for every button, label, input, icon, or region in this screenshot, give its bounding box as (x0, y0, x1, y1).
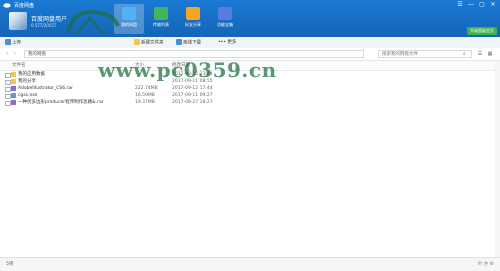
nav-transfer-list[interactable]: 传输列表 (146, 4, 176, 34)
table-row[interactable]: AdobeIllustrator_CS6.rar 222.74MB 2017-09-… (0, 85, 500, 92)
user-name: 百度网盘用户 (31, 16, 68, 23)
download-icon (176, 39, 182, 45)
status-icons: ✉ ◔ ⚙ (477, 261, 494, 267)
app-title: 百度网盘 (14, 3, 35, 9)
table-row[interactable]: 一种优多边形producer程序制作思路&.rar 19.37MB 2017-08-… (0, 99, 500, 106)
file-name[interactable]: AdobeIllustrator_CS6.rar (18, 85, 73, 92)
file-name[interactable]: 我的应用数据 (18, 71, 45, 78)
transfer-icon (154, 7, 168, 20)
col-name[interactable]: 文件名 (12, 61, 26, 70)
scrollbar[interactable] (495, 61, 500, 257)
more-label: 更多 (227, 40, 237, 45)
file-name[interactable]: 我的分享 (18, 78, 36, 85)
search-icon[interactable]: ⌕ (463, 51, 466, 57)
user-quota: 0.57T/2055T (31, 23, 57, 28)
status-bar: 5项 ✉ ◔ ⚙ (0, 257, 500, 271)
file-type-icon (11, 100, 16, 105)
file-size: 19.37MB (135, 100, 155, 105)
nav-share-label: 好友分享 (185, 22, 201, 27)
menu-icon[interactable]: ☰ (456, 1, 464, 8)
nav-toolbox[interactable]: 功能宝箱 (210, 4, 240, 34)
file-type-icon (11, 93, 16, 98)
file-type-icon (11, 86, 16, 91)
file-type-icon (11, 72, 16, 77)
upload-label: 上传 (12, 40, 21, 46)
row-checkbox[interactable] (5, 100, 11, 106)
file-type-icon (11, 79, 16, 84)
toolbox-icon (218, 7, 232, 20)
file-time: 2017-08-27 18:27 (172, 100, 213, 105)
file-name[interactable]: 一种优多边形producer程序制作思路&.rar (18, 99, 104, 106)
file-time: 2017-09-11 09:27 (172, 93, 213, 98)
nav-toolbox-label: 功能宝箱 (217, 22, 233, 27)
upgrade-button[interactable]: 升级超级会员 (467, 27, 497, 35)
offline-download-button[interactable]: 离线下载 (176, 39, 201, 46)
item-count: 5项 (6, 262, 14, 267)
table-row[interactable]: cgss.exe 16.59MB 2017-09-11 09:27 (0, 92, 500, 99)
file-size: 16.59MB (135, 93, 155, 98)
nav-friend-share[interactable]: 好友分享 (178, 4, 208, 34)
forward-button[interactable]: › (14, 51, 16, 57)
upload-icon (5, 39, 11, 45)
search-input[interactable]: 搜索我的网盘文件 (378, 50, 472, 58)
watermark-logo-icon (66, 9, 120, 35)
offline-download-label: 离线下载 (183, 40, 201, 46)
list-view-icon[interactable]: ☰ (476, 50, 484, 58)
file-time: 2017-09-12 17:44 (172, 86, 213, 91)
cloud-icon (122, 7, 136, 20)
more-button[interactable]: ••• 更多 (218, 39, 236, 46)
file-name[interactable]: cgss.exe (18, 92, 37, 99)
avatar[interactable] (9, 12, 27, 30)
close-icon[interactable]: ✕ (489, 1, 497, 8)
grid-view-icon[interactable]: ▦ (486, 50, 494, 58)
upload-button[interactable]: 上传 (5, 39, 21, 46)
nav-transfer-label: 传输列表 (153, 22, 169, 27)
cloud-logo-icon (3, 3, 11, 8)
minimize-icon[interactable]: — (467, 1, 475, 8)
watermark-text: www.pc0359.cn (98, 58, 277, 82)
maximize-icon[interactable]: ▢ (478, 1, 486, 8)
file-size: 222.74MB (135, 86, 158, 91)
new-folder-button[interactable]: 新建文件夹 (134, 39, 164, 46)
new-folder-label: 新建文件夹 (141, 40, 164, 46)
folder-plus-icon (134, 39, 140, 45)
breadcrumb[interactable]: 我的网盘 (24, 50, 364, 58)
back-button[interactable]: ‹ (6, 51, 8, 57)
more-dots-icon: ••• (218, 40, 226, 45)
share-icon (186, 7, 200, 20)
